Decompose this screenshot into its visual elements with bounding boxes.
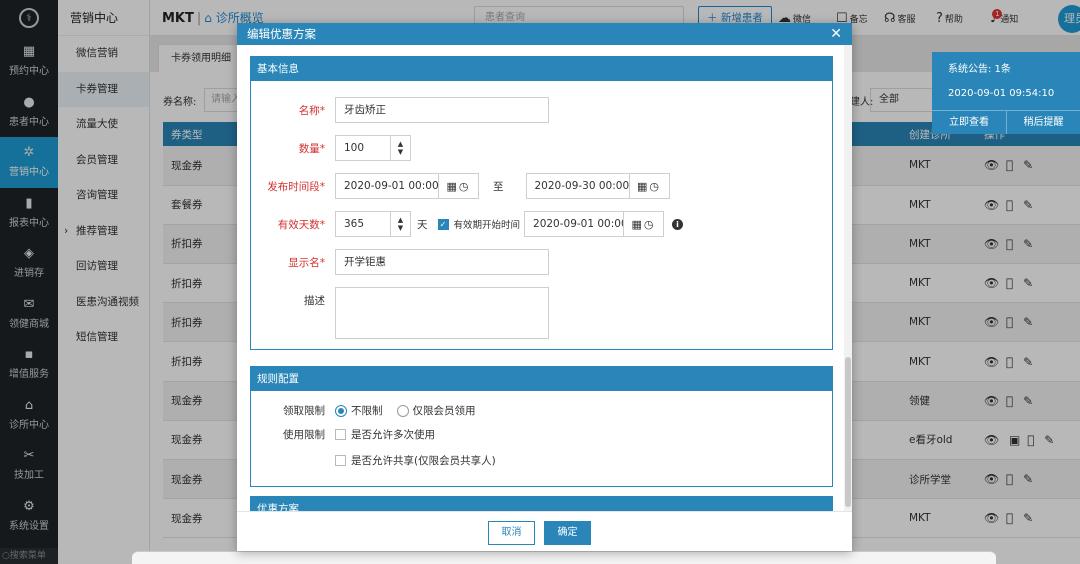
share-label: 是否允许共享(仅限会员共享人)	[351, 455, 496, 467]
basic-info-section: 基本信息 名称* 牙齿矫正 数量* 100 ▲ ▼ 发布时间段* 2020-09-…	[250, 56, 833, 350]
claim-members-radio[interactable]	[396, 404, 409, 417]
clock-icon: ◷	[458, 179, 471, 193]
quantity-stepper[interactable]: ▲ ▼	[391, 135, 411, 161]
dialog-header: 编辑优惠方案 ✕	[237, 23, 852, 45]
days-unit: 天	[417, 218, 428, 231]
period-to-label: 至	[493, 180, 504, 193]
multi-use-label: 是否允许多次使用	[351, 429, 435, 441]
dialog-body: 基本信息 名称* 牙齿矫正 数量* 100 ▲ ▼ 发布时间段* 2020-09-…	[237, 45, 852, 511]
name-row: 名称* 牙齿矫正	[251, 97, 549, 123]
period-end-input[interactable]: 2020-09-30 00:00	[525, 173, 630, 199]
use-limit-row: 使用限制 是否允许多次使用	[251, 427, 435, 442]
edit-offer-dialog: 编辑优惠方案 ✕ 基本信息 名称* 牙齿矫正 数量* 100 ▲ ▼ 发布时间段*…	[237, 23, 852, 551]
claim-limit-row: 领取限制 不限制 仅限会员领用	[251, 403, 476, 418]
claim-unlimited-radio[interactable]	[335, 404, 347, 417]
remind-later-button[interactable]: 稍后提醒	[1006, 110, 1080, 134]
offer-plan-section: 优惠方案	[250, 496, 833, 511]
description-label: 描述	[304, 295, 325, 307]
background-window-edge	[132, 551, 996, 564]
notice-title: 系统公告: 1条	[948, 64, 1011, 75]
name-input[interactable]: 牙齿矫正	[335, 97, 549, 123]
quantity-input[interactable]: 100	[335, 135, 391, 161]
rules-section: 规则配置 领取限制 不限制 仅限会员领用 使用限制 是否允许多次使用 是否允许共…	[250, 366, 833, 487]
scrollbar-thumb[interactable]	[845, 357, 851, 507]
description-textarea[interactable]	[335, 287, 549, 339]
calendar-icon: ▦	[636, 179, 650, 193]
publish-period-label: 发布时间段*	[267, 180, 325, 193]
multi-use-checkbox[interactable]	[335, 429, 346, 440]
valid-start-label: 有效期开始时间	[453, 220, 521, 231]
valid-days-row: 有效天数* 365 ▲ ▼ 天 ✓ 有效期开始时间 2020-09-01 00:0…	[251, 211, 684, 237]
valid-days-label: 有效天数*	[277, 218, 325, 231]
valid-days-input[interactable]: 365	[335, 211, 391, 237]
system-notice: 系统公告: 1条 2020-09-01 09:54:10 立即查看 稍后提醒	[932, 52, 1080, 134]
period-start-picker[interactable]: ▦ ◷	[439, 173, 479, 199]
calendar-icon: ▦	[631, 217, 644, 231]
claim-limit-label: 领取限制	[283, 405, 325, 417]
caret-up-icon: ▲	[397, 216, 404, 224]
basic-info-heading: 基本信息	[251, 57, 832, 81]
share-checkbox[interactable]	[335, 455, 346, 466]
valid-start-checkbox[interactable]: ✓	[437, 218, 449, 230]
quantity-row: 数量* 100 ▲ ▼	[251, 135, 411, 161]
dialog-title: 编辑优惠方案	[247, 27, 316, 41]
notice-time: 2020-09-01 09:54:10	[948, 88, 1055, 99]
offer-plan-heading: 优惠方案	[251, 497, 832, 511]
caret-up-icon: ▲	[397, 140, 404, 148]
calendar-icon: ▦	[446, 179, 459, 193]
use-limit-label: 使用限制	[283, 429, 325, 441]
info-icon[interactable]: i	[672, 218, 684, 230]
valid-start-input[interactable]: 2020-09-01 00:00	[524, 211, 625, 237]
period-end-picker[interactable]: ▦ ◷	[629, 173, 670, 199]
view-now-button[interactable]: 立即查看	[932, 110, 1006, 134]
display-name-label: 显示名*	[288, 256, 325, 269]
clock-icon: ◷	[643, 217, 656, 231]
valid-start-picker[interactable]: ▦ ◷	[624, 211, 665, 237]
display-name-input[interactable]: 开学钜惠	[335, 249, 549, 275]
confirm-button[interactable]: 确定	[544, 521, 591, 545]
name-label: 名称*	[298, 104, 325, 117]
display-name-row: 显示名* 开学钜惠	[251, 249, 549, 275]
rules-heading: 规则配置	[251, 367, 832, 391]
caret-down-icon: ▼	[397, 148, 404, 156]
valid-days-stepper[interactable]: ▲ ▼	[391, 211, 411, 237]
share-row: 是否允许共享(仅限会员共享人)	[251, 453, 496, 468]
quantity-label: 数量*	[298, 142, 325, 155]
claim-unlimited-label: 不限制	[351, 405, 383, 417]
caret-down-icon: ▼	[397, 224, 404, 232]
close-icon[interactable]: ✕	[830, 23, 842, 45]
cancel-button[interactable]: 取消	[488, 521, 535, 545]
publish-period-row: 发布时间段* 2020-09-01 00:00 ▦ ◷ 至 2020-09-30 …	[251, 173, 670, 199]
clock-icon: ◷	[649, 179, 661, 193]
description-row: 描述	[251, 287, 549, 339]
dialog-footer: 取消 确定	[237, 511, 852, 551]
period-start-input[interactable]: 2020-09-01 00:00	[335, 173, 439, 199]
dialog-scrollbar[interactable]	[844, 45, 852, 511]
claim-members-label: 仅限会员领用	[412, 405, 476, 417]
